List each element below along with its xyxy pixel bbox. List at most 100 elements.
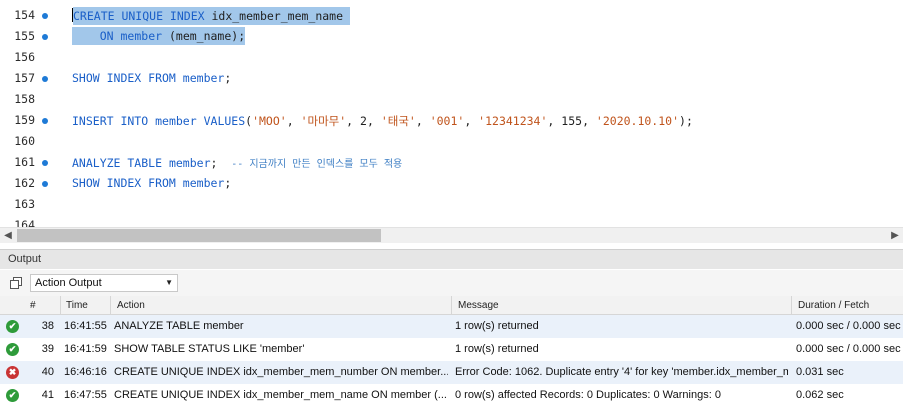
table-header: # Time Action Message Duration / Fetch [0,296,903,315]
row-action: SHOW TABLE STATUS LIKE 'member' [114,343,305,355]
code-token: ); [679,114,693,128]
table-row[interactable]: ✔ 38 16:41:55 ANALYZE TABLE member 1 row(s) … [0,315,903,338]
code-token: idx_member_mem_name [204,7,350,25]
code-line[interactable]: 162 SHOW INDEX FROM member; [0,173,903,194]
success-check-icon: ✔ [6,343,19,356]
code-text: ON member (mem_name); [72,27,246,45]
code-text: INSERT INTO member VALUES('MOO', '마마무', … [72,113,693,129]
code-token: member [155,114,197,128]
row-message: 1 row(s) returned [455,320,539,332]
line-number: 162 [14,176,35,190]
output-toolbar: Action Output ▼ [0,270,903,296]
code-text: CREATE UNIQUE INDEX idx_member_mem_name [72,7,350,25]
code-token: , [415,114,430,128]
scrollbar-thumb[interactable] [17,229,381,242]
code-line[interactable]: 156 [0,47,903,68]
column-header-action[interactable]: Action [117,300,145,311]
line-number: 158 [14,92,35,106]
editor-horizontal-scrollbar[interactable]: ◀ ▶ [0,227,903,243]
code-token: -- 지금까지 만든 인덱스를 모두 적용 [231,159,403,170]
row-time: 16:47:55 [64,389,107,401]
code-token: 2 [360,114,367,128]
scroll-left-icon[interactable]: ◀ [0,228,16,244]
code-token: , [464,114,479,128]
line-number: 163 [14,197,35,211]
row-duration: 0.031 sec [796,366,844,378]
code-line[interactable]: 155 ON member (mem_name); [0,26,903,47]
code-token: , [346,114,361,128]
code-token: SHOW INDEX FROM [72,176,176,190]
line-number: 160 [14,134,35,148]
column-header-message[interactable]: Message [458,300,499,311]
code-token: ANALYZE TABLE [72,156,163,170]
code-token: member [182,176,225,190]
code-line[interactable]: 154 CREATE UNIQUE INDEX idx_member_mem_na… [0,5,903,26]
code-token: '태국' [380,114,416,128]
row-action: CREATE UNIQUE INDEX idx_member_mem_numbe… [114,366,448,378]
code-token: member [182,71,225,85]
output-type-select-value: Action Output [35,277,102,289]
code-token: '001' [429,114,465,128]
statement-marker-icon [42,160,48,166]
code-token: CREATE UNIQUE INDEX [73,7,205,25]
code-token: ; [210,156,232,170]
row-duration: 0.000 sec / 0.000 sec [796,320,901,332]
code-text: SHOW INDEX FROM member; [72,176,231,190]
code-line[interactable]: 157 SHOW INDEX FROM member; [0,68,903,89]
code-token: SHOW INDEX FROM [72,71,176,85]
row-number: 38 [41,320,54,332]
code-token: '2020.10.10' [595,114,680,128]
code-token: 'MOO' [252,114,287,128]
row-number: 40 [41,366,54,378]
table-row[interactable]: ✔ 41 16:47:55 CREATE UNIQUE INDEX idx_membe… [0,384,903,407]
row-number: 41 [41,389,54,401]
output-type-select[interactable]: Action Output ▼ [30,274,178,292]
code-token: , [547,114,562,128]
line-number: 161 [14,155,35,169]
row-action: ANALYZE TABLE member [114,320,244,332]
line-number: 164 [14,218,35,227]
line-number: 159 [14,113,35,127]
line-number: 157 [14,71,35,85]
row-time: 16:46:16 [64,366,107,378]
success-check-icon: ✔ [6,389,19,402]
code-line[interactable]: 159 INSERT INTO member VALUES('MOO', '마마무… [0,110,903,131]
row-message: 0 row(s) affected Records: 0 Duplicates:… [455,389,721,401]
line-number: 156 [14,50,35,64]
statement-marker-icon [42,34,48,40]
code-line[interactable]: 164 [0,215,903,227]
statement-marker-icon [42,181,48,187]
row-time: 16:41:59 [64,343,107,355]
code-token: INSERT INTO [72,114,149,128]
copy-icon[interactable] [10,277,22,289]
code-text: SHOW INDEX FROM member; [72,71,231,85]
output-panel-title: Output [8,253,42,265]
column-header-time[interactable]: Time [66,300,88,311]
code-token [113,27,121,45]
code-line[interactable]: 161 ANALYZE TABLE member; -- 지금까지 만든 인덱스를… [0,152,903,173]
column-header-duration[interactable]: Duration / Fetch [798,300,869,311]
code-line[interactable]: 163 [0,194,903,215]
code-line[interactable]: 158 [0,89,903,110]
statement-marker-icon [42,118,48,124]
row-action: CREATE UNIQUE INDEX idx_member_mem_name … [114,389,447,401]
row-duration: 0.062 sec [796,389,844,401]
table-row[interactable]: ✔ 39 16:41:59 SHOW TABLE STATUS LIKE 'membe… [0,338,903,361]
table-row[interactable]: ✖ 40 16:46:16 CREATE UNIQUE INDEX idx_membe… [0,361,903,384]
output-panel-header: Output [0,249,903,269]
code-text: ANALYZE TABLE member; -- 지금까지 만든 인덱스를 모두… [72,155,402,170]
scroll-right-icon[interactable]: ▶ [887,228,903,244]
sql-editor[interactable]: 154 CREATE UNIQUE INDEX idx_member_mem_na… [0,0,903,227]
code-token: , [286,114,301,128]
code-line[interactable]: 160 [0,131,903,152]
column-header-number[interactable]: # [30,300,36,311]
success-check-icon: ✔ [6,320,19,333]
statement-marker-icon [42,13,48,19]
code-token: '12341234' [478,114,548,128]
code-token: VALUES [203,114,246,128]
code-token: member [168,156,211,170]
code-token [72,27,100,45]
code-token: '마마무' [300,114,347,128]
